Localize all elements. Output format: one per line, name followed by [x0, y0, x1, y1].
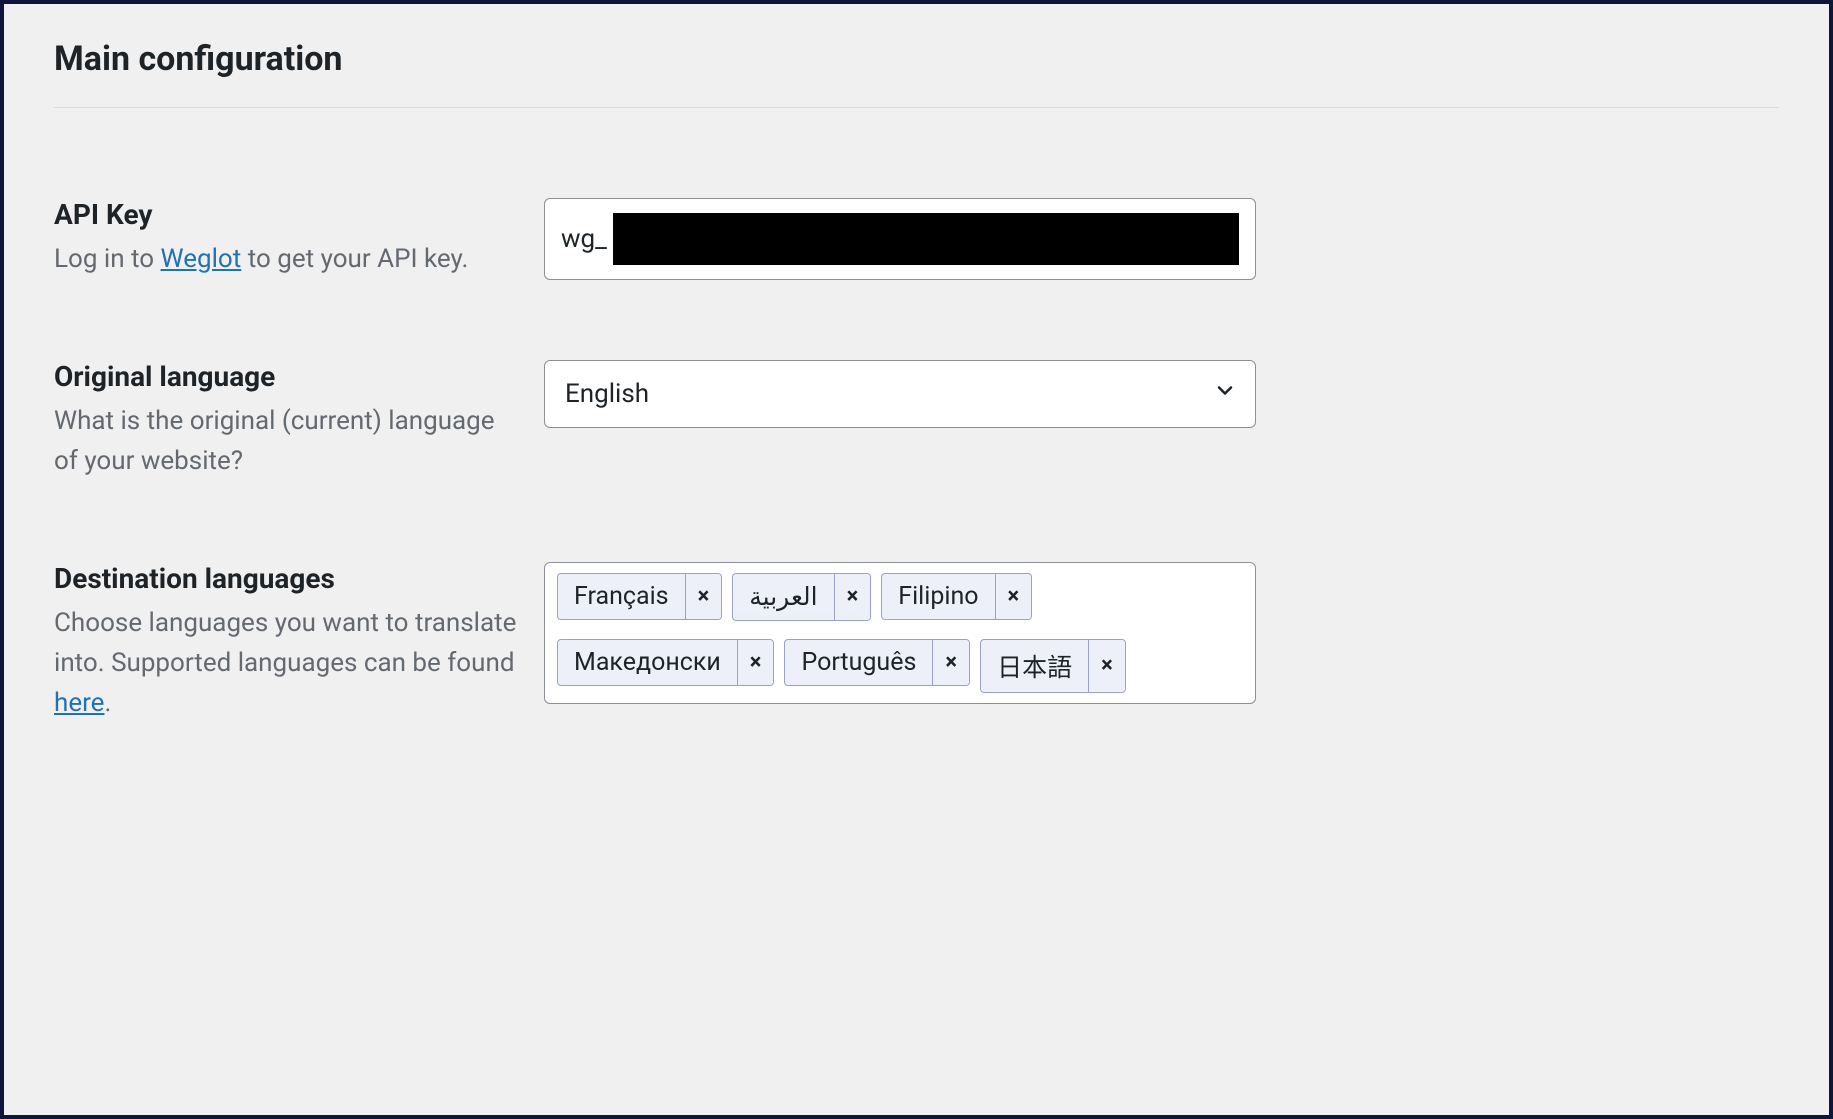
language-tag-label: 日本語	[981, 640, 1089, 692]
api-key-label: API Key	[54, 198, 524, 231]
remove-tag-button[interactable]: ×	[738, 640, 774, 685]
api-key-desc-suffix: to get your API key.	[241, 244, 468, 274]
destination-desc-suffix: .	[104, 688, 111, 718]
field-control-area: wg_	[544, 198, 1779, 280]
section-title: Main configuration	[54, 39, 1779, 108]
language-tag: Македонски×	[557, 639, 774, 686]
remove-tag-button[interactable]: ×	[835, 574, 871, 620]
field-api-key: API Key Log in to Weglot to get your API…	[54, 118, 1779, 280]
language-tag: Filipino×	[881, 573, 1032, 620]
language-tag-label: العربية	[733, 574, 834, 620]
language-tag-label: Português	[785, 640, 933, 685]
field-control-area: English	[544, 360, 1779, 428]
field-label-area: API Key Log in to Weglot to get your API…	[54, 198, 544, 279]
destination-desc-prefix: Choose languages you want to translate i…	[54, 608, 516, 678]
language-tag-label: Македонски	[558, 640, 738, 685]
api-key-redacted	[613, 213, 1239, 265]
original-language-description: What is the original (current) language …	[54, 401, 524, 482]
weglot-link[interactable]: Weglot	[161, 244, 242, 274]
api-key-desc-prefix: Log in to	[54, 244, 161, 274]
language-tag: Português×	[784, 639, 970, 686]
language-tag: العربية×	[732, 573, 871, 621]
destination-languages-description: Choose languages you want to translate i…	[54, 603, 524, 724]
remove-tag-button[interactable]: ×	[996, 574, 1032, 619]
api-key-input[interactable]: wg_	[544, 198, 1256, 280]
destination-languages-label: Destination languages	[54, 562, 524, 595]
remove-tag-button[interactable]: ×	[1089, 640, 1125, 692]
field-original-language: Original language What is the original (…	[54, 280, 1779, 482]
field-control-area: Français×العربية×Filipino×Македонски×Por…	[544, 562, 1779, 704]
field-label-area: Destination languages Choose languages y…	[54, 562, 544, 724]
remove-tag-button[interactable]: ×	[933, 640, 969, 685]
original-language-selected-value: English	[565, 379, 649, 409]
supported-languages-link[interactable]: here	[54, 688, 104, 718]
remove-tag-button[interactable]: ×	[686, 574, 722, 619]
language-tag: Français×	[557, 573, 722, 620]
original-language-select[interactable]: English	[544, 360, 1256, 428]
api-key-description: Log in to Weglot to get your API key.	[54, 239, 524, 279]
field-destination-languages: Destination languages Choose languages y…	[54, 482, 1779, 724]
api-key-value-prefix: wg_	[561, 224, 607, 254]
chevron-down-icon	[1213, 379, 1237, 410]
field-label-area: Original language What is the original (…	[54, 360, 544, 482]
language-tag: 日本語×	[980, 639, 1126, 693]
settings-panel: Main configuration API Key Log in to Weg…	[0, 0, 1833, 1119]
language-tag-label: Français	[558, 574, 686, 619]
language-tag-label: Filipino	[882, 574, 995, 619]
destination-languages-input[interactable]: Français×العربية×Filipino×Македонски×Por…	[544, 562, 1256, 704]
original-language-label: Original language	[54, 360, 524, 393]
